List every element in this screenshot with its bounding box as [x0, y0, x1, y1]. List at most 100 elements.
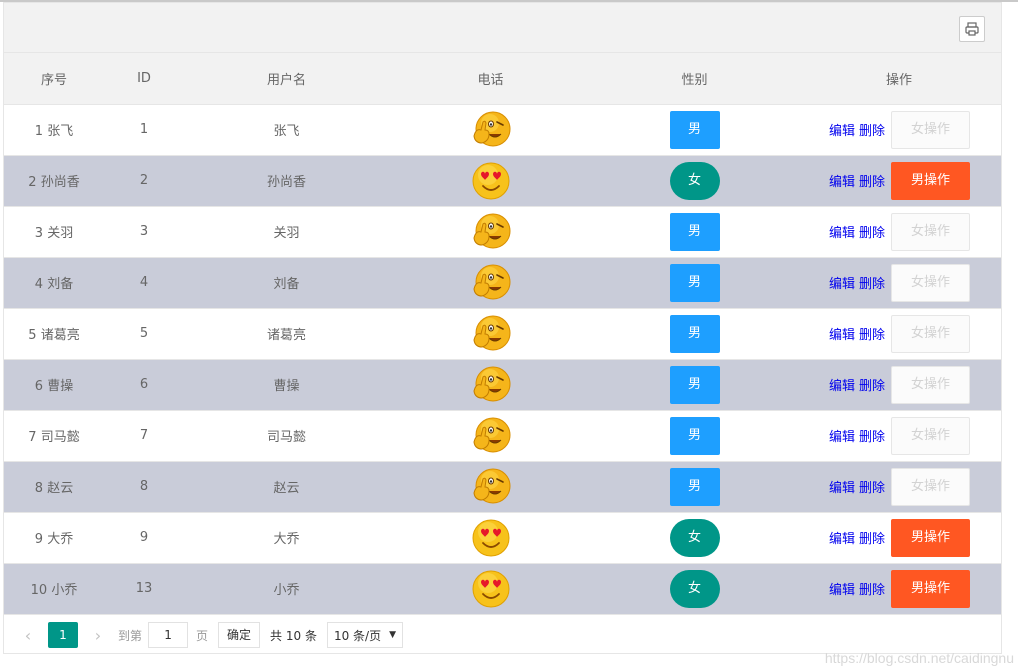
delete-link[interactable]: 删除 [859, 426, 885, 445]
delete-link[interactable]: 删除 [859, 120, 885, 139]
cell-id: 6 [104, 359, 184, 411]
cell-username: 关羽 [184, 206, 389, 258]
goto-confirm-button[interactable]: 确定 [218, 622, 261, 648]
cell-id: 13 [104, 563, 184, 615]
sex-button[interactable]: 男 [669, 212, 720, 251]
wink-face-icon [471, 264, 511, 299]
delete-link[interactable]: 删除 [859, 324, 885, 343]
cell-seq: 4 刘备 [4, 257, 104, 309]
cell-actions: 编辑 删除 男操作 [797, 155, 1001, 207]
delete-link[interactable]: 删除 [859, 273, 885, 292]
cell-sex: 男 [592, 461, 797, 513]
cell-seq: 6 曹操 [4, 359, 104, 411]
cell-seq: 2 孙尚香 [4, 155, 104, 207]
edit-link[interactable]: 编辑 [829, 426, 855, 445]
table-row[interactable]: 3 关羽 3 关羽 男 编辑 删除 女操作 [4, 206, 1001, 258]
female-op-button: 女操作 [891, 467, 970, 506]
cell-id: 7 [104, 410, 184, 462]
cell-phone [389, 257, 592, 309]
delete-link[interactable]: 删除 [859, 528, 885, 547]
sex-button[interactable]: 男 [669, 263, 720, 302]
sex-button[interactable]: 男 [669, 365, 720, 404]
cell-id: 4 [104, 257, 184, 309]
header-id[interactable]: ID [104, 53, 184, 105]
wink-face-icon [471, 213, 511, 248]
wink-face-icon [471, 111, 511, 146]
male-op-button[interactable]: 男操作 [891, 518, 970, 557]
delete-link[interactable]: 删除 [859, 375, 885, 394]
row-actions: 编辑 删除 女操作 [797, 365, 1001, 404]
cell-id: 9 [104, 512, 184, 564]
table-row[interactable]: 9 大乔 9 大乔 女 编辑 删除 男操作 [4, 512, 1001, 564]
cell-actions: 编辑 删除 女操作 [797, 359, 1001, 411]
sex-button[interactable]: 男 [669, 416, 720, 455]
data-table-container: 序号 ID 用户名 电话 性别 操作 1 张飞 1 张飞男编辑 删除 女操作 2 孙尚香 2… [3, 2, 1002, 654]
delete-link[interactable]: 删除 [859, 477, 885, 496]
cell-sex: 女 [592, 155, 797, 207]
cell-sex: 男 [592, 257, 797, 309]
table-row[interactable]: 1 张飞 1 张飞 男 编辑 删除 女操作 [4, 104, 1001, 156]
sex-button[interactable]: 女 [669, 518, 720, 557]
goto-page-input[interactable] [148, 622, 189, 648]
table-row[interactable]: 10 小乔 13 小乔 女 编辑 删除 男操作 [4, 563, 1001, 615]
edit-link[interactable]: 编辑 [829, 477, 855, 496]
header-seq[interactable]: 序号 [4, 53, 104, 105]
table-row[interactable]: 2 孙尚香 2 孙尚香 女 编辑 删除 男操作 [4, 155, 1001, 207]
edit-link[interactable]: 编辑 [829, 222, 855, 241]
printer-icon [965, 22, 979, 36]
current-page-button[interactable]: 1 [48, 622, 78, 648]
cell-username: 大乔 [184, 512, 389, 564]
table-row[interactable]: 8 赵云 8 赵云 男 编辑 删除 女操作 [4, 461, 1001, 513]
row-actions: 编辑 删除 男操作 [797, 161, 1001, 200]
print-button[interactable] [959, 16, 985, 42]
wink-face-icon [471, 315, 511, 350]
row-actions: 编辑 删除 女操作 [797, 212, 1001, 251]
cell-phone [389, 461, 592, 513]
edit-link[interactable]: 编辑 [829, 171, 855, 190]
table-row[interactable]: 4 刘备 4 刘备 男 编辑 删除 女操作 [4, 257, 1001, 309]
delete-link[interactable]: 删除 [859, 222, 885, 241]
header-sex[interactable]: 性别 [592, 53, 797, 105]
edit-link[interactable]: 编辑 [829, 324, 855, 343]
delete-link[interactable]: 删除 [859, 579, 885, 598]
sex-button[interactable]: 女 [669, 161, 720, 200]
cell-actions: 编辑 删除 女操作 [797, 410, 1001, 462]
cell-sex: 女 [592, 563, 797, 615]
edit-link[interactable]: 编辑 [829, 528, 855, 547]
watermark: https://blog.csdn.net/caidingnu [824, 650, 1014, 666]
sex-button[interactable]: 男 [669, 314, 720, 353]
male-op-button[interactable]: 男操作 [891, 161, 970, 200]
table-row[interactable]: 6 曹操 6 曹操 男 编辑 删除 女操作 [4, 359, 1001, 411]
header-username[interactable]: 用户名 [184, 53, 389, 105]
cell-username: 曹操 [184, 359, 389, 411]
next-page-button[interactable]: › [88, 626, 108, 645]
row-actions: 编辑 删除 女操作 [797, 467, 1001, 506]
delete-link[interactable]: 删除 [859, 171, 885, 190]
female-op-button: 女操作 [891, 416, 970, 455]
female-op-button: 女操作 [891, 314, 970, 353]
female-op-button: 女操作 [891, 212, 970, 251]
table-row[interactable]: 5 诸葛亮 5 诸葛亮 男 编辑 删除 女操作 [4, 308, 1001, 360]
edit-link[interactable]: 编辑 [829, 120, 855, 139]
cell-seq: 9 大乔 [4, 512, 104, 564]
sex-button[interactable]: 女 [669, 569, 720, 608]
love-face-icon [471, 519, 511, 556]
love-face-icon [471, 162, 511, 199]
edit-link[interactable]: 编辑 [829, 273, 855, 292]
female-op-button: 女操作 [891, 263, 970, 302]
header-phone[interactable]: 电话 [389, 53, 592, 105]
edit-link[interactable]: 编辑 [829, 375, 855, 394]
header-actions[interactable]: 操作 [797, 53, 1001, 105]
prev-page-button[interactable]: ‹ [18, 626, 38, 645]
cell-sex: 男 [592, 410, 797, 462]
male-op-button[interactable]: 男操作 [891, 569, 970, 608]
page-size-select[interactable]: 10 条/页 ▼ [326, 622, 404, 648]
edit-link[interactable]: 编辑 [829, 579, 855, 598]
cell-id: 3 [104, 206, 184, 258]
cell-username: 张飞 [184, 104, 389, 156]
sex-button[interactable]: 男 [669, 467, 720, 506]
table-row[interactable]: 7 司马懿 7 司马懿 男 编辑 删除 女操作 [4, 410, 1001, 462]
page-size-value: 10 条/页 [333, 628, 382, 643]
cell-id: 1 [104, 104, 184, 156]
sex-button[interactable]: 男 [669, 110, 720, 149]
